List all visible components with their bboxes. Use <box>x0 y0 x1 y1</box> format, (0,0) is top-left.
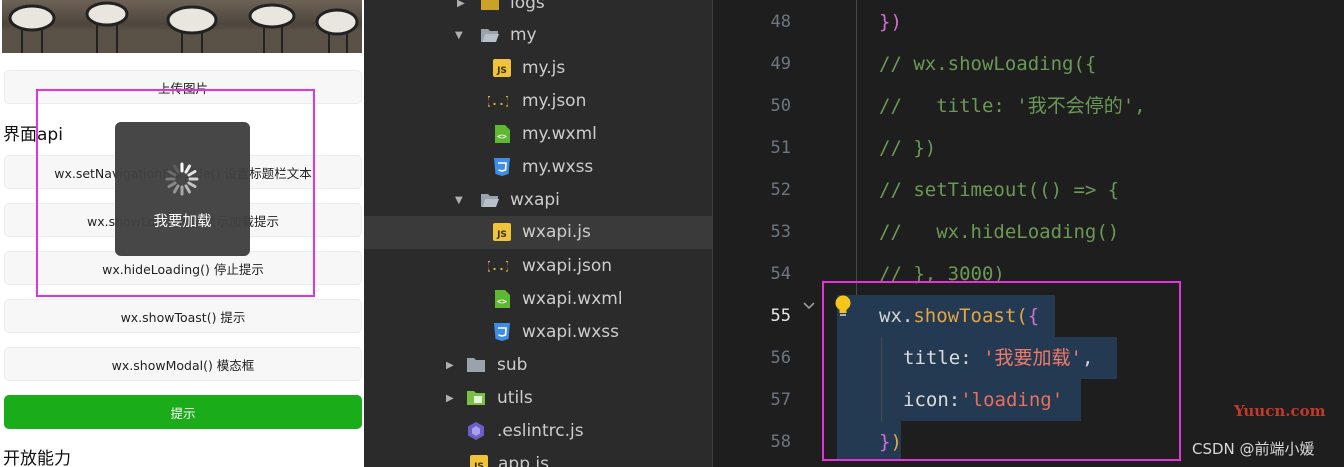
code-comment: // wx.showLoading({ <box>879 53 1097 75</box>
eslint-file-icon <box>468 422 484 440</box>
tree-label: wxapi <box>510 190 560 210</box>
tree-file-app-js[interactable]: JS app.js <box>364 448 712 467</box>
tree-file-my-wxml[interactable]: <> my.wxml <box>364 118 712 151</box>
tree-file-wxapi-wxml[interactable]: <> wxapi.wxml <box>364 283 712 316</box>
tree-folder-utils[interactable]: ▶ utils <box>364 382 712 415</box>
tree-label: .eslintrc.js <box>497 421 584 441</box>
line-number: 58 <box>770 432 791 452</box>
wxml-file-icon: <> <box>495 290 510 308</box>
tree-folder-my[interactable]: ▼ my <box>364 19 712 52</box>
folder-open-icon <box>481 194 499 207</box>
tree-label: wxapi.wxml <box>522 289 623 309</box>
code-line-53[interactable]: // wx.hideLoading() <box>879 211 1119 253</box>
code-line-51[interactable]: // }) <box>879 127 936 169</box>
svg-text:{..}: {..} <box>488 94 508 108</box>
tree-label: my.wxml <box>522 124 597 144</box>
svg-text:JS: JS <box>496 230 507 240</box>
code-line-52[interactable]: // setTimeout(() => { <box>879 169 1119 211</box>
svg-text:JS: JS <box>496 66 507 76</box>
tree-label: wxapi.wxss <box>522 322 619 342</box>
tree-file-wxapi-js[interactable]: JS wxapi.js <box>364 216 712 249</box>
watermark-csdn: CSDN @前端小媛 <box>1192 440 1315 458</box>
line-number-active: 55 <box>770 306 791 326</box>
folder-icon <box>467 358 485 372</box>
css-file-icon <box>494 158 510 176</box>
folder-plus-icon <box>467 391 485 405</box>
wxml-file-icon: <> <box>495 125 510 143</box>
line-number: 56 <box>770 348 791 368</box>
tree-folder-wxapi[interactable]: ▼ wxapi <box>364 184 712 217</box>
chevron-down-icon[interactable]: ▼ <box>455 196 465 206</box>
code-line-49[interactable]: // wx.showLoading({ <box>879 43 1096 85</box>
tree-file-eslintrc[interactable]: .eslintrc.js <box>364 415 712 448</box>
line-number: 51 <box>770 138 791 158</box>
folder-open-icon <box>481 29 499 42</box>
line-number: 49 <box>770 54 791 74</box>
show-toast-button[interactable]: wx.showToast() 提示 <box>4 299 362 333</box>
highlight-box-toast <box>36 89 315 297</box>
tree-label: app.js <box>498 454 549 467</box>
tree-label: wxapi.js <box>522 222 591 242</box>
indent-guide <box>856 0 857 295</box>
zebra-photo <box>2 0 362 53</box>
js-file-icon: JS <box>470 455 488 467</box>
svg-text:<>: <> <box>497 297 507 306</box>
svg-text:<>: <> <box>497 132 507 141</box>
line-number: 48 <box>770 12 791 32</box>
file-explorer: ▶ logs ▼ my JS my.js {..} my.json <> my.… <box>364 0 712 467</box>
chevron-right-icon[interactable]: ▶ <box>446 361 456 371</box>
section-title-open-ability: 开放能力 <box>3 449 71 467</box>
show-modal-button[interactable]: wx.showModal() 模态框 <box>4 347 362 381</box>
simulator-panel: 上传图片 界面api wx.setNavigationBarTitle() 设置… <box>0 0 364 467</box>
line-number: 57 <box>770 390 791 410</box>
tree-file-my-js[interactable]: JS my.js <box>364 52 712 85</box>
chevron-right-icon[interactable]: ▶ <box>446 394 456 404</box>
json-file-icon: {..} <box>488 259 508 273</box>
svg-text:JS: JS <box>473 462 484 467</box>
tree-label: my.js <box>522 58 566 78</box>
watermark-site: Yuucn.com <box>1234 402 1326 420</box>
tree-folder-logs[interactable]: ▶ logs <box>364 0 712 20</box>
json-file-icon: {..} <box>488 94 508 108</box>
highlight-box-code <box>822 281 1181 461</box>
chevron-right-icon[interactable]: ▶ <box>457 0 467 9</box>
tree-label: my <box>510 25 537 45</box>
code-line-48[interactable]: }) <box>879 1 902 43</box>
css-file-icon <box>494 323 510 341</box>
tree-label: utils <box>497 388 533 408</box>
tree-file-my-json[interactable]: {..} my.json <box>364 85 712 118</box>
js-file-icon: JS <box>493 223 511 241</box>
code-comment: // wx.hideLoading() <box>879 221 1120 243</box>
svg-text:{..}: {..} <box>488 259 508 273</box>
tree-label: my.wxss <box>522 157 594 177</box>
tip-button[interactable]: 提示 <box>4 395 362 429</box>
line-number: 53 <box>770 222 791 242</box>
tree-file-wxapi-json[interactable]: {..} wxapi.json <box>364 250 712 283</box>
tree-file-wxapi-wxss[interactable]: wxapi.wxss <box>364 316 712 349</box>
tree-label: sub <box>497 355 528 375</box>
code-comment: // setTimeout(() => { <box>879 179 1120 201</box>
tree-file-my-wxss[interactable]: my.wxss <box>364 151 712 184</box>
line-number: 50 <box>770 96 791 116</box>
tree-folder-sub[interactable]: ▶ sub <box>364 349 712 382</box>
folder-icon <box>481 0 499 10</box>
code-comment: // title: '我不会停的', <box>879 95 1146 117</box>
chevron-down-icon[interactable]: ▼ <box>455 31 465 41</box>
line-number: 54 <box>770 264 791 284</box>
code-line-50[interactable]: // title: '我不会停的', <box>879 85 1146 127</box>
js-file-icon: JS <box>493 59 511 77</box>
tree-label: my.json <box>522 91 587 111</box>
tree-label: logs <box>510 0 545 13</box>
fold-chevron-icon[interactable] <box>801 298 817 314</box>
line-number: 52 <box>770 180 791 200</box>
tree-label: wxapi.json <box>522 256 613 276</box>
code-token: }) <box>879 11 902 33</box>
code-comment: // }) <box>879 137 937 159</box>
